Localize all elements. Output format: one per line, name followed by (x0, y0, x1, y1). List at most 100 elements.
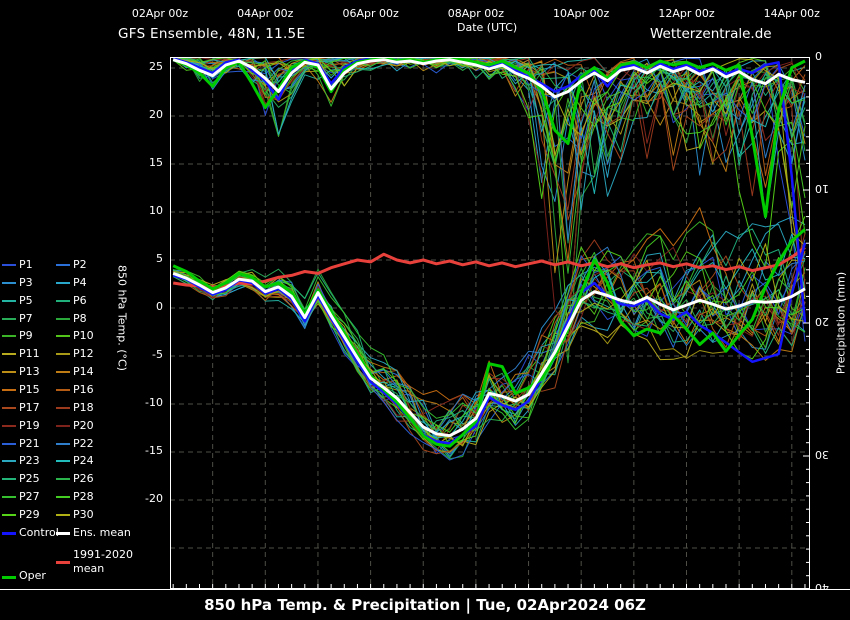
precip-tick-label: 10 (815, 182, 829, 195)
member-temp-line (173, 247, 805, 439)
legend-color-dash (56, 460, 70, 462)
legend-member-p5: P5 (19, 294, 33, 307)
legend-color-dash (2, 318, 16, 320)
page-title: GFS Ensemble, 48N, 11.5E (118, 26, 305, 42)
legend-color-dash (56, 335, 70, 337)
legend-color-dash (56, 443, 70, 445)
legend-climate-mean: mean (73, 562, 104, 575)
legend-member-p11: P11 (19, 347, 40, 360)
precip-tick-label: 0 (815, 49, 822, 62)
legend-member-p2: P2 (73, 258, 87, 271)
legend-member-p26: P26 (73, 472, 94, 485)
temp-tick-label: -20 (108, 492, 163, 505)
date-tick-label: 04Apr 00z (237, 7, 293, 20)
temp-tick-label: -10 (108, 396, 163, 409)
legend-color-dash (2, 425, 16, 427)
temp-tick-label: 0 (108, 300, 163, 313)
legend-member-p12: P12 (73, 347, 94, 360)
legend-member-p13: P13 (19, 365, 40, 378)
legend-member-p4: P4 (73, 276, 87, 289)
legend-color-dash (2, 335, 16, 337)
legend-oper: Oper (19, 569, 46, 582)
legend-color-dash (56, 514, 70, 516)
footer-bar: 850 hPa Temp. & Precipitation | Tue, 02A… (0, 590, 850, 620)
temp-tick-label: 5 (108, 252, 163, 265)
temp-tick-label: 20 (108, 108, 163, 121)
right-axis-title: Precipitation (mm) (835, 272, 848, 374)
legend-color-dash (2, 407, 16, 409)
footer-title: 850 hPa Temp. & Precipitation | Tue, 02A… (204, 596, 646, 614)
legend-member-p24: P24 (73, 454, 94, 467)
legend-member-p18: P18 (73, 401, 94, 414)
date-tick-label: 08Apr 00z (448, 7, 504, 20)
date-tick-label: 02Apr 00z (132, 7, 188, 20)
legend-color-dash (56, 282, 70, 284)
legend-color-dash (56, 496, 70, 498)
gfs-ensemble-meteogram: GFS Ensemble, 48N, 11.5E Wetterzentrale.… (0, 0, 850, 620)
legend-color-dash (2, 532, 16, 535)
legend-color-dash (2, 371, 16, 373)
legend-color-dash (2, 282, 16, 284)
legend-color-dash (2, 496, 16, 498)
member-precip-line (173, 58, 805, 262)
legend-color-dash (2, 576, 16, 579)
legend-member-p7: P7 (19, 312, 33, 325)
legend-color-dash (56, 264, 70, 266)
legend-color-dash (56, 353, 70, 355)
precip-tick-label: 30 (815, 448, 829, 461)
legend-color-dash (56, 425, 70, 427)
legend-member-p8: P8 (73, 312, 87, 325)
legend-member-p25: P25 (19, 472, 40, 485)
legend-member-p30: P30 (73, 508, 94, 521)
legend-color-dash (2, 460, 16, 462)
site-name: Wetterzentrale.de (650, 26, 772, 42)
legend-color-dash (2, 353, 16, 355)
date-tick-label: 12Apr 00z (658, 7, 714, 20)
legend-ens-mean: Ens. mean (73, 526, 131, 539)
legend-color-dash (56, 532, 70, 535)
legend-member-p15: P15 (19, 383, 40, 396)
member-temp-line (173, 240, 805, 455)
legend-member-p16: P16 (73, 383, 94, 396)
legend-color-dash (56, 407, 70, 409)
legend-member-p22: P22 (73, 437, 94, 450)
temp-tick-label: 25 (108, 60, 163, 73)
legend-member-p29: P29 (19, 508, 40, 521)
member-temp-line (173, 229, 805, 458)
legend-member-p1: P1 (19, 258, 33, 271)
legend-climate-mean: 1991-2020 (73, 548, 133, 561)
legend-color-dash (2, 300, 16, 302)
legend-member-p10: P10 (73, 329, 94, 342)
date-tick-label: 10Apr 00z (553, 7, 609, 20)
legend-member-p9: P9 (19, 329, 33, 342)
date-tick-label: 14Apr 00z (764, 7, 820, 20)
legend-color-dash (56, 371, 70, 373)
legend-member-p20: P20 (73, 419, 94, 432)
legend-member-p6: P6 (73, 294, 87, 307)
temp-tick-label: 10 (108, 204, 163, 217)
legend-control: Control (19, 526, 59, 539)
member-temp-line (173, 244, 805, 446)
oper-temp-line (173, 229, 805, 446)
legend-member-p28: P28 (73, 490, 94, 503)
legend-member-p23: P23 (19, 454, 40, 467)
temp-tick-label: 15 (108, 156, 163, 169)
legend-color-dash (2, 514, 16, 516)
legend-color-dash (56, 318, 70, 320)
legend-color-dash (2, 389, 16, 391)
legend-member-p14: P14 (73, 365, 94, 378)
member-temp-line (173, 224, 805, 433)
legend-color-dash (56, 389, 70, 391)
legend-member-p3: P3 (19, 276, 33, 289)
ensemble-chart-svg (170, 57, 810, 589)
legend-color-dash (56, 300, 70, 302)
legend-member-p17: P17 (19, 401, 40, 414)
legend-member-p21: P21 (19, 437, 40, 450)
legend-color-dash (2, 264, 16, 266)
legend-color-dash (2, 443, 16, 445)
temp-tick-label: -15 (108, 444, 163, 457)
legend-color-dash (56, 561, 70, 564)
top-axis-label: Date (UTC) (457, 21, 517, 34)
temp-tick-label: -5 (108, 348, 163, 361)
legend-member-p19: P19 (19, 419, 40, 432)
